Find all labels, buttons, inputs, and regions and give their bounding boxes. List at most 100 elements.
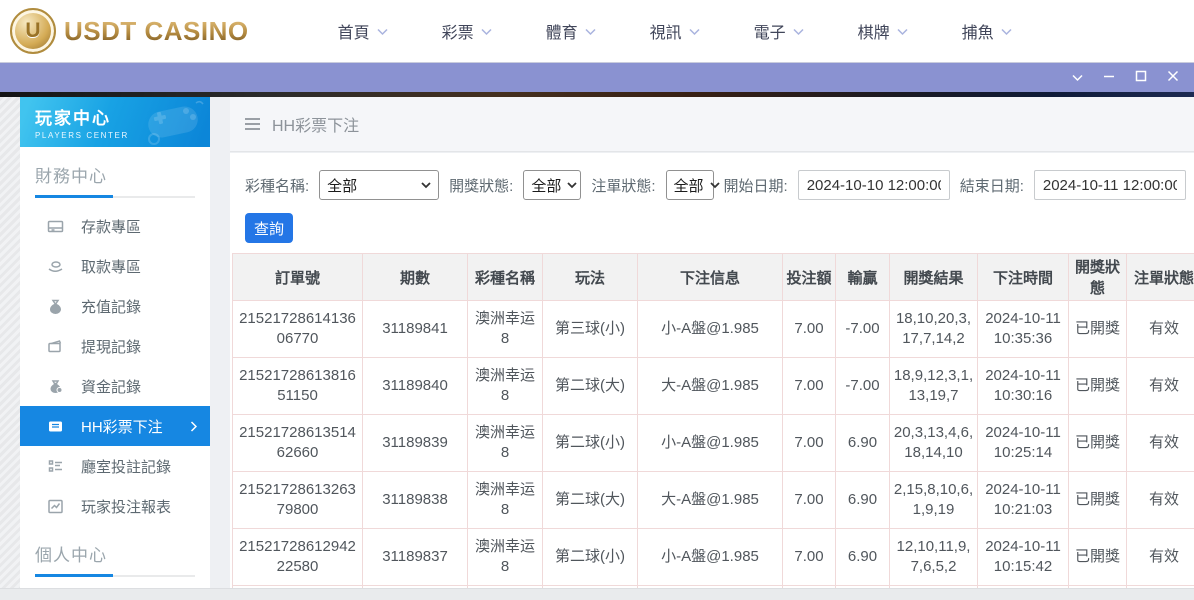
column-header[interactable]: 輸贏 [835,253,890,301]
draw-status-select[interactable]: 全部 [523,170,582,200]
sidebar-item-資金記錄[interactable]: 資金記錄 [20,366,210,406]
chevron-down-icon [709,181,720,189]
table-cell: 已開獎 [1068,414,1127,472]
maximize-button[interactable] [1130,67,1152,89]
table-row[interactable]: 2152172861413606770 31189841 澳洲幸运8 第三球(小) 小-… [232,300,1194,358]
draw-status-label: 開獎狀態: [449,177,514,195]
sidebar-item-label: 取款專區 [81,258,142,276]
chev-down-icon [1071,69,1083,87]
column-header[interactable]: 開獎狀態 [1068,253,1127,301]
sidebar-section-title-0: 財務中心 [35,167,107,186]
nav-item-label: 體育 [545,25,578,42]
table-cell: 第二球(大) [542,357,638,415]
column-header[interactable]: 開獎結果 [889,253,978,301]
funds-icon [47,378,64,395]
table-cell: 2152172861326379800 [232,471,363,529]
orders-table: 訂單號 期數 彩種名稱 玩法 下注信息 投注額 輸贏 開獎結果 下注時間 開獎狀態 注單狀態 215… [232,253,1194,588]
table-cell: 2024-10-11 10:25:14 [977,414,1069,472]
sidebar-item-玩家投注報表[interactable]: 玩家投注報表 [20,486,210,526]
sidebar-item-存款專區[interactable]: 存款專區 [20,206,210,246]
table-cell: 大-A盤@1.985 [637,471,783,529]
table-cell: 2152172861351462660 [232,414,363,472]
table-cell: 已開獎 [1068,528,1127,586]
maximize-icon [1135,69,1147,87]
table-cell: 小-A盤@1.985 [637,528,783,586]
table-cell: 第二球(大) [542,471,638,529]
table-cell: -7.00 [835,300,890,358]
nav-item-label: 電子 [753,25,786,42]
column-header[interactable]: 投注額 [782,253,836,301]
sidebar-item-廳室投註記錄[interactable]: 廳室投註記錄 [20,446,210,486]
column-header[interactable]: 期數 [362,253,468,301]
nav-item-4[interactable]: 電子 [727,19,831,43]
lottery-name-select[interactable]: 全部 [319,170,440,200]
table-cell: 第二球(小) [542,528,638,586]
lottery-name-value: 全部 [327,177,358,195]
nav-item-3[interactable]: 視訊 [623,19,727,43]
table-row[interactable]: 2152172861381651150 31189840 澳洲幸运8 第二球(大) 大-… [232,357,1194,415]
table-row[interactable]: 2152172861294222580 31189837 澳洲幸运8 第二球(小) 小-… [232,528,1194,586]
table-cell: 31189838 [362,471,468,529]
table-cell: 2152172861381651150 [232,357,363,415]
column-header[interactable]: 玩法 [542,253,638,301]
chevron-down-icon [421,181,431,189]
logo-letter: U [25,19,41,42]
table-cell: 有效 [1126,471,1194,529]
start-date-label: 開始日期: [723,177,788,195]
nav-item-label: 捕魚 [961,25,994,42]
recharge-icon [47,298,64,315]
order-status-select[interactable]: 全部 [665,170,720,200]
chevron-right-icon [190,420,197,432]
column-header[interactable]: 注單狀態 [1126,253,1194,301]
table-cell: 7.00 [782,471,836,529]
orders-table-wrap: 訂單號 期數 彩種名稱 玩法 下注信息 投注額 輸贏 開獎結果 下注時間 開獎狀態 注單狀態 215… [232,253,1194,588]
table-row[interactable]: 2152172861351462660 31189839 澳洲幸运8 第二球(小) 小-… [232,414,1194,472]
horizontal-scrollbar[interactable] [0,588,1194,600]
end-date-input[interactable] [1033,170,1186,200]
chevron-down-icon [567,181,577,189]
search-button[interactable]: 查詢 [245,213,293,243]
table-cell: 31189840 [362,357,468,415]
draw-status-value: 全部 [531,177,562,195]
chevron-down-icon [481,28,492,36]
table-cell: 7.00 [782,300,836,358]
table-cell: 第三球(小) [542,300,638,358]
chevron-down-icon [689,28,700,36]
table-cell: 18,9,12,3,1,13,19,7 [889,357,978,415]
table-cell: 有效 [1126,528,1194,586]
nav-item-2[interactable]: 體育 [519,19,623,43]
column-header[interactable]: 彩種名稱 [467,253,543,301]
table-cell: 2024-10-11 10:35:36 [977,300,1069,358]
table-cell: 有效 [1126,357,1194,415]
sidebar-item-提現記錄[interactable]: 提現記錄 [20,326,210,366]
nav-item-1[interactable]: 彩票 [415,19,519,43]
nav-item-0[interactable]: 首頁 [311,19,415,43]
table-row[interactable]: 2152172861326379800 31189838 澳洲幸运8 第二球(大) 大-… [232,471,1194,529]
table-cell: 澳洲幸运8 [467,357,543,415]
nav-item-5[interactable]: 棋牌 [831,19,935,43]
close-button[interactable] [1162,67,1184,89]
table-cell: 有效 [1126,414,1194,472]
table-cell: 有效 [1126,300,1194,358]
nav-item-6[interactable]: 捕魚 [935,19,1039,43]
column-header[interactable]: 下注信息 [637,253,783,301]
column-header[interactable]: 訂單號 [232,253,363,301]
end-date-label: 結束日期: [959,177,1024,195]
hamburger-icon[interactable] [244,117,261,131]
logo[interactable]: U USDT CASINO [10,8,249,54]
table-cell: 6.90 [835,528,890,586]
sidebar-item-label: HH彩票下注 [81,418,163,436]
cashout-icon [47,338,64,355]
sidebar-item-充值記錄[interactable]: 充值記錄 [20,286,210,326]
sidebar-item-label: 廳室投註記錄 [81,458,172,476]
column-header[interactable]: 下注時間 [977,253,1069,301]
close-icon [1167,69,1179,87]
collapse-button[interactable] [1066,67,1088,89]
table-cell: 7.00 [782,528,836,586]
table-cell: 大-A盤@1.985 [637,357,783,415]
sidebar-item-取款專區[interactable]: 取款專區 [20,246,210,286]
sidebar-item-HH彩票下注[interactable]: HH彩票下注 [20,406,210,446]
sidebar-items: 存款專區取款專區充值記錄 提現記錄 資金記錄 HH彩票下注 廳室投註記錄玩家投注報表 [20,206,210,526]
minimize-button[interactable] [1098,67,1120,89]
start-date-input[interactable] [797,170,950,200]
